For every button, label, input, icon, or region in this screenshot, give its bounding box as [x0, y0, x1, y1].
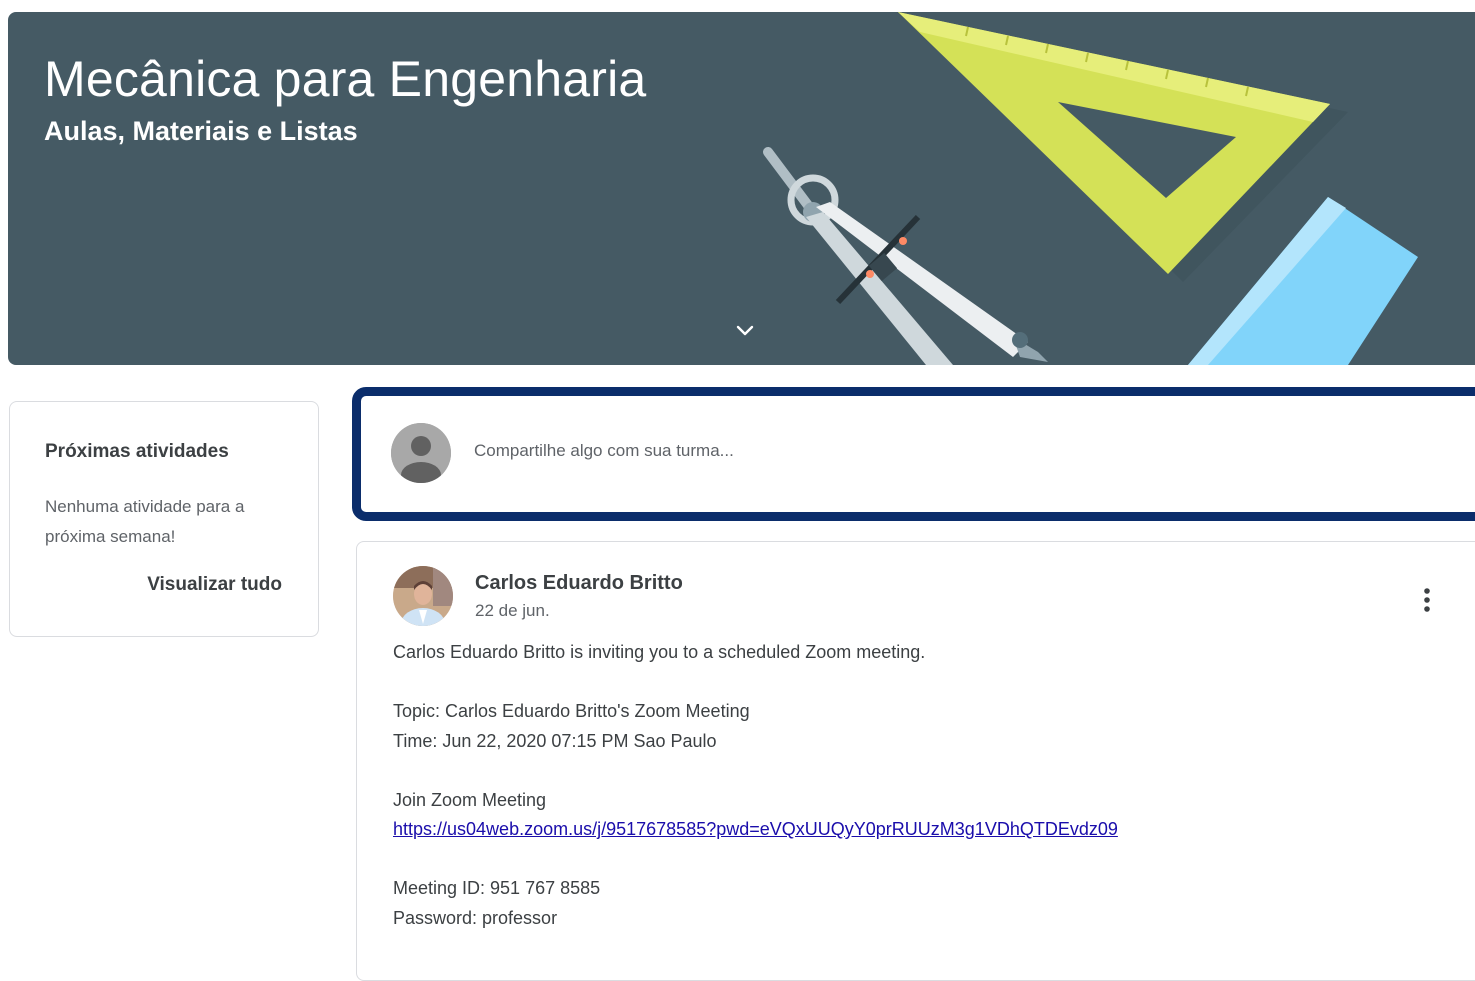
chevron-down-icon	[736, 325, 754, 336]
more-vertical-icon	[1424, 588, 1430, 612]
post-line-password: Password: professor	[393, 907, 558, 928]
course-subtitle: Aulas, Materiais e Listas	[44, 116, 358, 146]
user-icon	[391, 423, 451, 483]
post-line-topic: Topic: Carlos Eduardo Britto's Zoom Meet…	[393, 701, 750, 721]
post-line-join-label: Join Zoom Meeting	[393, 789, 547, 810]
post-line-invite: Carlos Eduardo Britto is inviting you to…	[393, 642, 926, 662]
stream-post: Carlos Eduardo Britto 22 de jun. Carlos …	[356, 541, 1475, 981]
class-banner: Mecânica para Engenharia Aulas, Materiai…	[8, 12, 1475, 365]
author-photo	[393, 566, 453, 626]
post-body: Carlos Eduardo Britto is inviting you to…	[393, 638, 1453, 933]
upcoming-activities-card: Próximas atividades Nenhuma atividade pa…	[9, 401, 319, 637]
upcoming-empty-message: Nenhuma atividade para a próxima semana!	[45, 497, 245, 546]
view-all-link[interactable]: Visualizar tudo	[147, 574, 282, 596]
avatar	[391, 423, 451, 483]
author-avatar	[393, 566, 453, 626]
post-options-button[interactable]	[1407, 580, 1447, 620]
share-with-class-box[interactable]: Compartilhe algo com sua turma...	[352, 387, 1475, 521]
post-date: 22 de jun.	[475, 601, 550, 620]
post-line-meeting-id: Meeting ID: 951 767 8585	[393, 878, 601, 898]
course-title: Mecânica para Engenharia	[44, 51, 647, 107]
zoom-meeting-link[interactable]: https://us04web.zoom.us/j/9517678585?pwd…	[393, 819, 1118, 839]
share-input-placeholder[interactable]: Compartilhe algo com sua turma...	[474, 441, 734, 461]
post-author: Carlos Eduardo Britto	[475, 572, 683, 594]
upcoming-title: Próximas atividades	[45, 441, 229, 462]
expand-banner-button[interactable]	[730, 316, 760, 346]
post-line-time: Time: Jun 22, 2020 07:15 PM Sao Paulo	[393, 730, 717, 751]
